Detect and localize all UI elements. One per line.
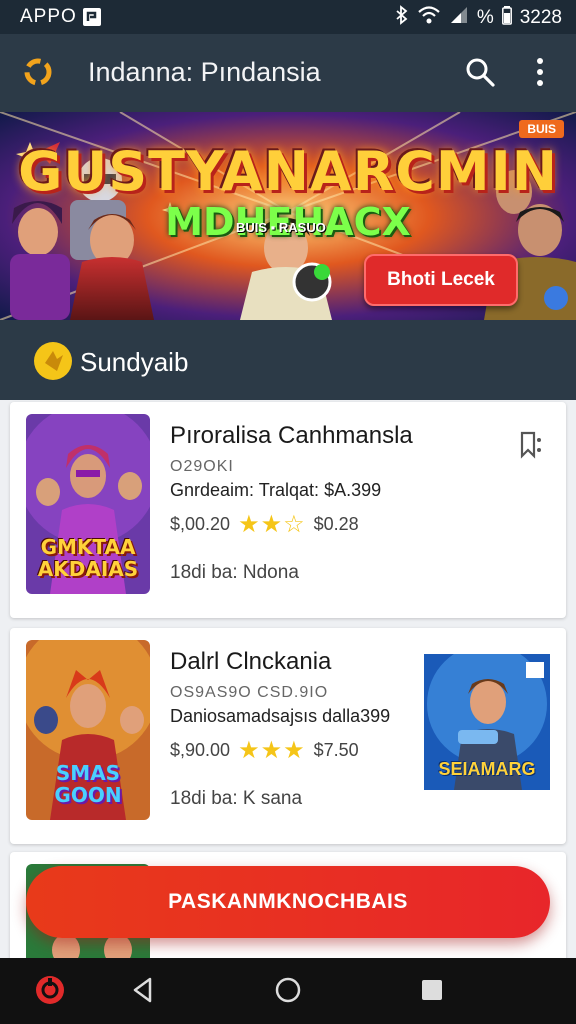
game-name[interactable]: Pıroralisa Canhmansla bbox=[170, 422, 413, 450]
price-rating-row: $,90.00 ★★★ $7.50 bbox=[170, 736, 359, 765]
battery-icon bbox=[501, 5, 512, 31]
banner-badge: BUIS bbox=[519, 120, 564, 138]
primary-action-button[interactable]: PASKANMKNOCHBAIS bbox=[26, 866, 550, 938]
section-title: Sundyaib bbox=[80, 347, 189, 377]
game-thumbnail[interactable]: GMKTAA AKDAIAS bbox=[26, 414, 150, 594]
side-promo-image[interactable]: SEIAMARG bbox=[424, 654, 550, 790]
price-rating-row: $,00.20 ★★☆ $0.28 bbox=[170, 510, 359, 539]
rating-price: $0.28 bbox=[313, 514, 359, 534]
section-coin-icon bbox=[33, 341, 73, 386]
star-rating: ★★★ bbox=[238, 737, 306, 764]
game-code: O29OKI bbox=[170, 458, 234, 475]
system-nav-bar bbox=[0, 958, 576, 1024]
clock: 3228 bbox=[519, 7, 562, 28]
battery-percent: % bbox=[476, 7, 494, 28]
thumbnail-title: SMAS GOON bbox=[54, 761, 122, 807]
wifi-icon bbox=[417, 5, 441, 31]
star-rating: ★★☆ bbox=[238, 511, 306, 538]
status-bar: APPO % 3228 bbox=[0, 0, 576, 34]
back-icon[interactable] bbox=[130, 974, 156, 1011]
thumbnail-title: GMKTAA AKDAIAS bbox=[37, 535, 139, 581]
recents-icon[interactable] bbox=[420, 974, 444, 1011]
game-price: $,00.20 bbox=[170, 514, 231, 534]
app-bar: Indanna: Pındansia bbox=[0, 34, 576, 112]
section-header: Sundyaib bbox=[0, 320, 576, 400]
bookmark-icon[interactable] bbox=[518, 430, 544, 465]
side-promo-title: SEIAMARG bbox=[438, 759, 536, 779]
app-shortcut-icon[interactable] bbox=[34, 974, 66, 1011]
game-card[interactable]: GMKTAA AKDAIAS Pıroralisa Canhmansla O29O… bbox=[10, 402, 566, 618]
banner-cta-button[interactable]: Bhoti Lecek bbox=[364, 254, 518, 306]
banner-tagline: BUIS ▪ RASUO bbox=[236, 220, 326, 235]
rating-price: $7.50 bbox=[313, 740, 359, 760]
signal-icon bbox=[449, 5, 469, 31]
game-detail: Gnrdeaim: Tralqat: $A.399 bbox=[170, 480, 382, 500]
home-icon[interactable] bbox=[274, 974, 302, 1011]
game-price: $,90.00 bbox=[170, 740, 231, 760]
game-code: OS9AS9O CSD.9IO bbox=[170, 684, 329, 701]
more-options-icon[interactable] bbox=[528, 56, 552, 93]
game-meta: 18di ba: K sana bbox=[170, 788, 303, 809]
game-card[interactable]: SMAS GOON Dalrl Clnckania OS9AS9O CSD.9IO… bbox=[10, 628, 566, 844]
game-thumbnail[interactable]: SMAS GOON bbox=[26, 640, 150, 820]
status-left-label: APPO bbox=[20, 6, 77, 27]
app-logo-icon[interactable] bbox=[20, 54, 56, 95]
bluetooth-icon bbox=[395, 5, 409, 31]
game-name[interactable]: Dalrl Clnckania bbox=[170, 648, 331, 676]
game-detail: Daniosamadsajsıs dalla399 bbox=[170, 706, 391, 726]
game-meta: 18di ba: Ndona bbox=[170, 562, 299, 583]
promo-banner[interactable]: BUIS GUSTYANARCMIN MDHEHACX BUIS ▪ RASUO… bbox=[0, 112, 576, 320]
banner-headline: GUSTYANARCMIN bbox=[18, 140, 558, 203]
search-icon[interactable] bbox=[464, 56, 496, 93]
app-title: Indanna: Pındansia bbox=[88, 57, 321, 87]
notification-icon bbox=[82, 7, 102, 33]
